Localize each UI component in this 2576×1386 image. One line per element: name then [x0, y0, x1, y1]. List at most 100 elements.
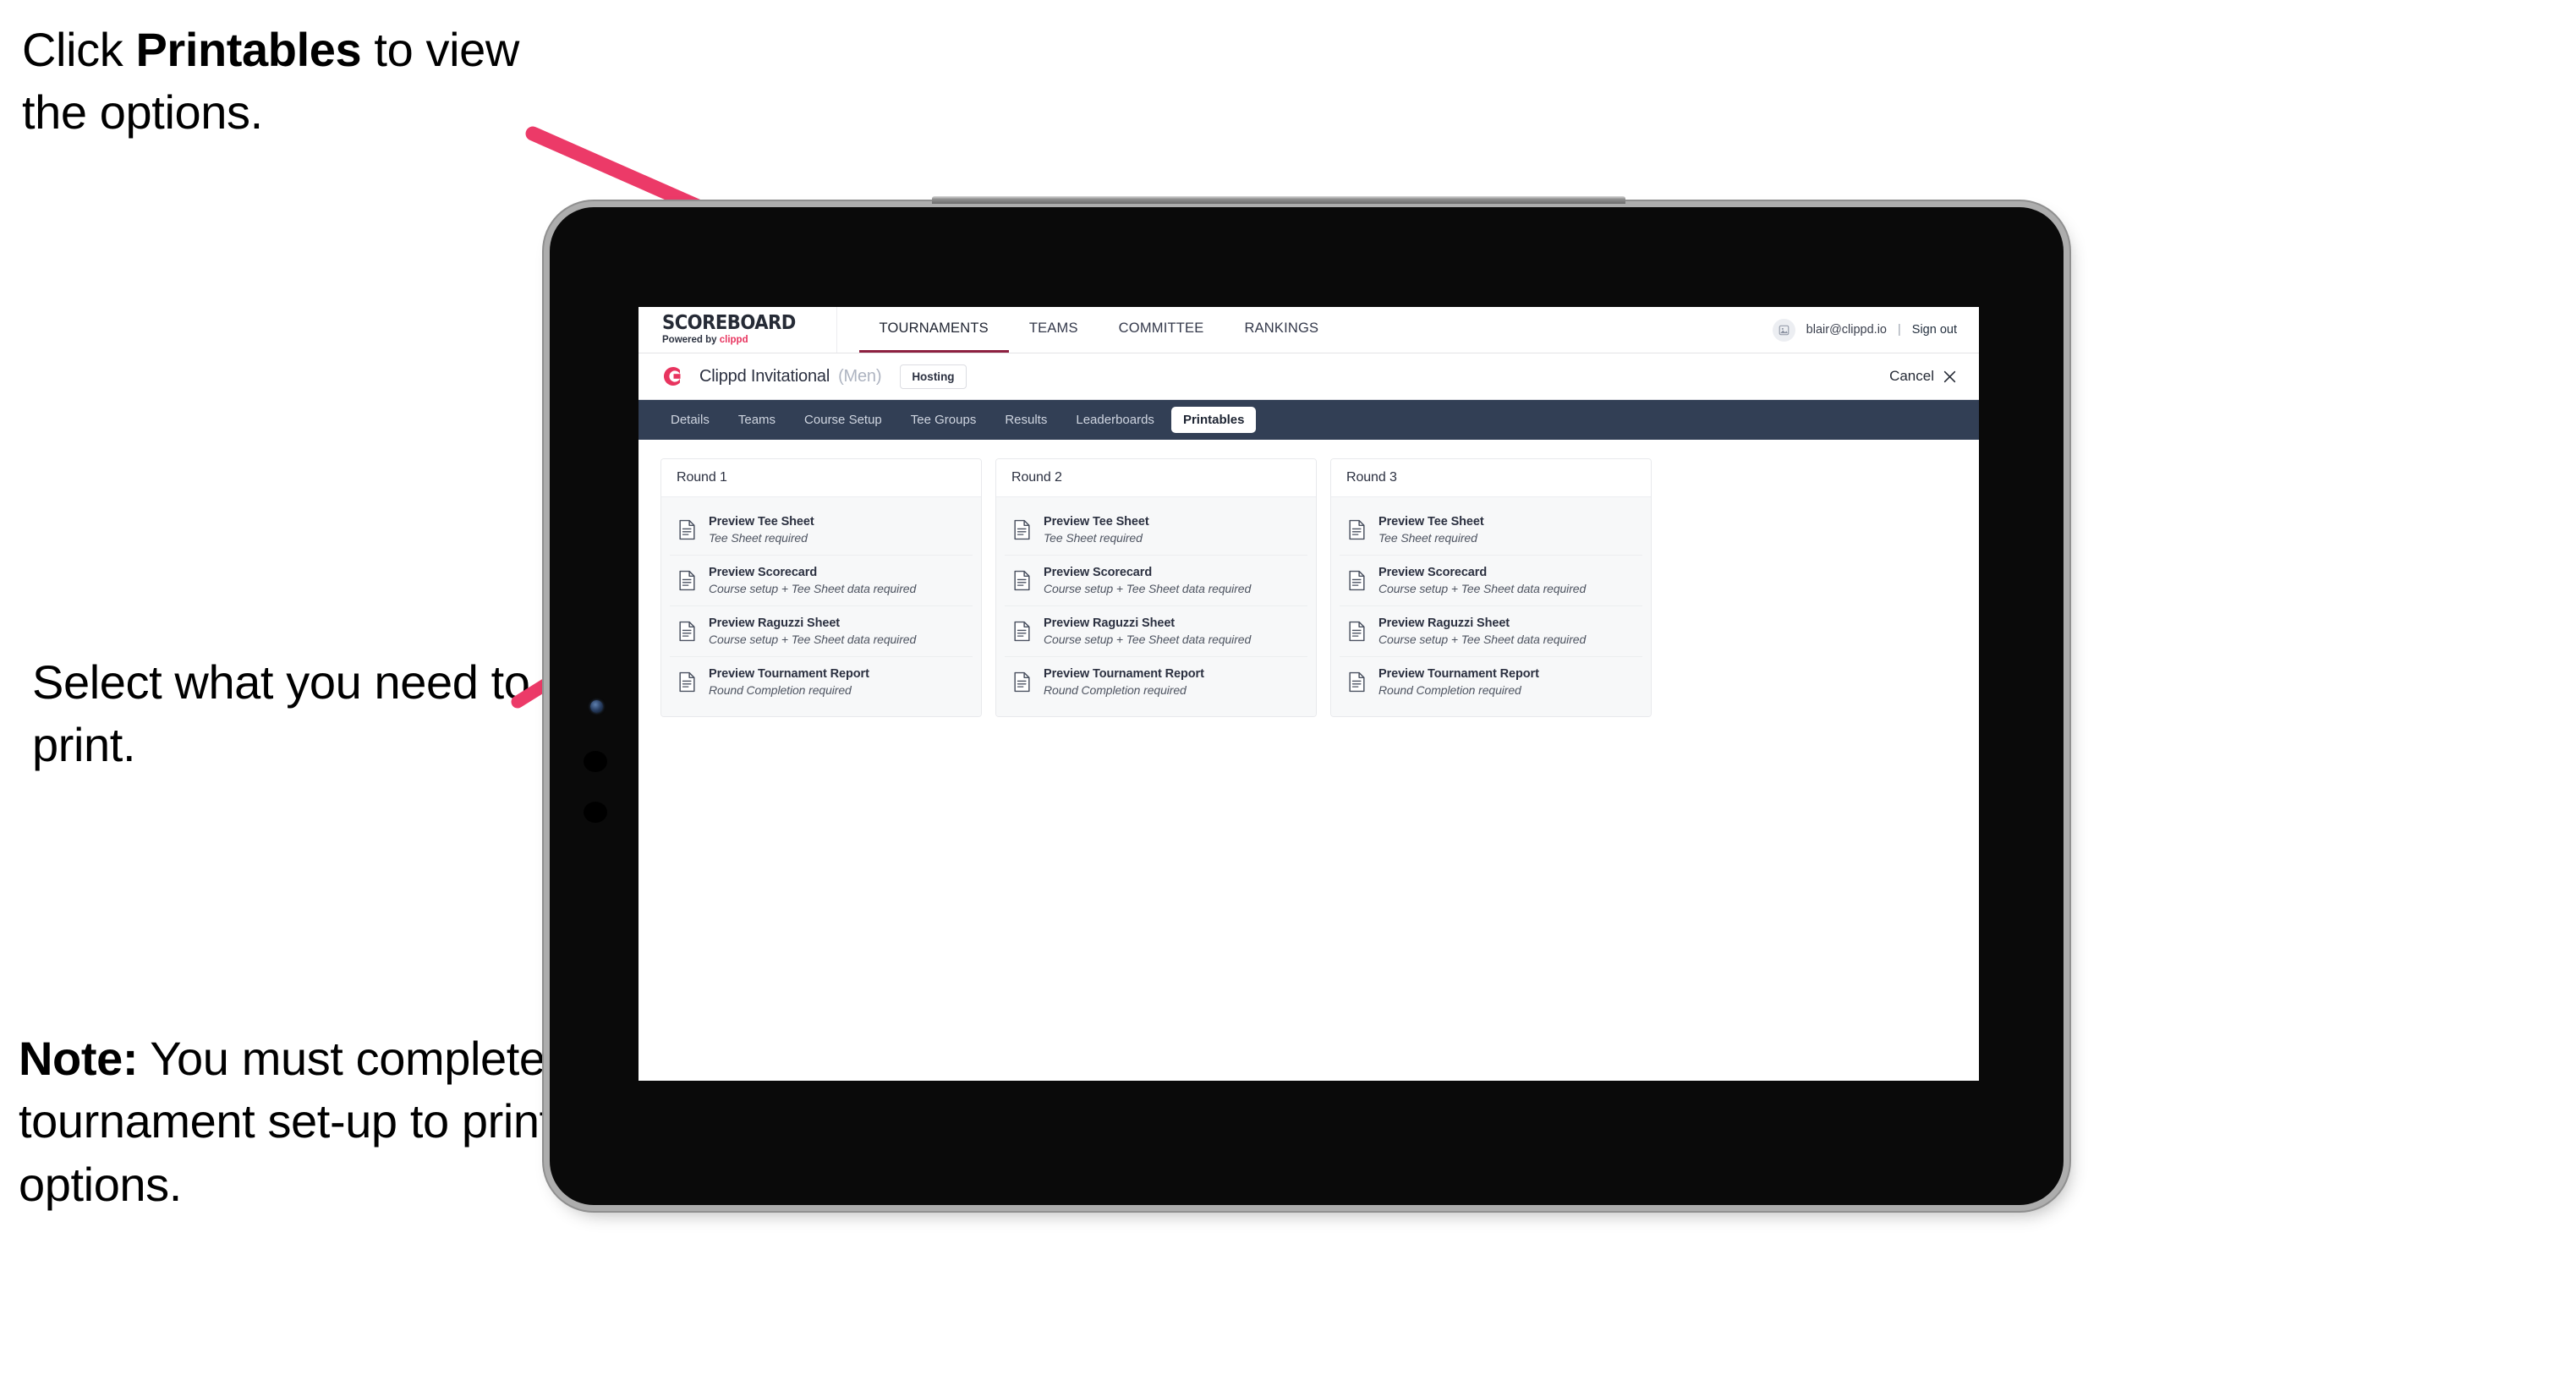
round-column-2: Round 2 Preview Tee Sheet Tee Sheet requ…	[995, 458, 1317, 717]
printable-requirement: Round Completion required	[1044, 683, 1187, 697]
annotation-1-bold: Printables	[135, 23, 362, 76]
printable-row-tournament-report[interactable]: Preview Tournament Report Round Completi…	[1340, 657, 1642, 707]
printable-row-scorecard[interactable]: Preview Scorecard Course setup + Tee She…	[670, 556, 973, 606]
brand-logo[interactable]: SCOREBOARD Powered by clippd	[662, 307, 837, 353]
app-viewport: SCOREBOARD Powered by clippd TOURNAMENTS…	[639, 307, 1979, 1081]
tab-details[interactable]: Details	[659, 407, 721, 433]
printable-row-tournament-report[interactable]: Preview Tournament Report Round Completi…	[1005, 657, 1307, 707]
printable-text: Preview Tournament Report Round Completi…	[709, 667, 869, 697]
tournament-sub-navigation: Details Teams Course Setup Tee Groups Re…	[639, 400, 1979, 440]
printable-title: Preview Raguzzi Sheet	[1044, 616, 1176, 630]
round-2-body: Preview Tee Sheet Tee Sheet required Pre…	[996, 497, 1316, 716]
tab-printables[interactable]: Printables	[1170, 407, 1257, 433]
printable-row-scorecard[interactable]: Preview Scorecard Course setup + Tee She…	[1005, 556, 1307, 606]
status-badge: Hosting	[900, 364, 967, 389]
printable-title: Preview Tournament Report	[1044, 667, 1204, 681]
annotation-click-printables: Click Printables to view the options.	[22, 19, 563, 145]
printable-requirement: Course setup + Tee Sheet data required	[1044, 633, 1252, 646]
tablet-top-edge	[932, 196, 1625, 204]
printable-title: Preview Scorecard	[1044, 566, 1153, 579]
main-navigation: TOURNAMENTS TEAMS COMMITTEE RANKINGS	[858, 307, 1340, 353]
printable-text: Preview Scorecard Course setup + Tee She…	[1044, 566, 1251, 595]
round-2-header: Round 2	[996, 459, 1316, 497]
document-icon	[679, 519, 695, 540]
printable-text: Preview Tee Sheet Tee Sheet required	[1044, 515, 1149, 545]
document-icon	[679, 570, 695, 591]
camera-icon	[590, 700, 603, 713]
printable-requirement: Tee Sheet required	[709, 531, 808, 545]
annotation-1-prefix: Click	[22, 23, 136, 76]
tab-tee-groups[interactable]: Tee Groups	[899, 407, 989, 433]
printable-row-raguzzi-sheet[interactable]: Preview Raguzzi Sheet Course setup + Tee…	[1340, 606, 1642, 657]
tournament-gender: (Men)	[838, 366, 882, 386]
printable-row-raguzzi-sheet[interactable]: Preview Raguzzi Sheet Course setup + Tee…	[670, 606, 973, 657]
clippd-c-logo-icon	[663, 367, 681, 386]
annotation-2-text: Select what you need to print.	[32, 655, 530, 772]
printable-text: Preview Scorecard Course setup + Tee She…	[709, 566, 916, 595]
main-nav-committee[interactable]: COMMITTEE	[1099, 307, 1225, 353]
annotation-select-what-to-print: Select what you need to print.	[32, 651, 556, 777]
printable-title: Preview Scorecard	[709, 566, 818, 579]
tutorial-screenshot: Click Printables to view the options. Se…	[0, 0, 2576, 1386]
printable-requirement: Course setup + Tee Sheet data required	[1378, 633, 1587, 646]
round-column-3: Round 3 Preview Tee Sheet Tee Sheet requ…	[1330, 458, 1652, 717]
printable-requirement: Round Completion required	[1378, 683, 1521, 697]
printable-requirement: Course setup + Tee Sheet data required	[1044, 582, 1252, 595]
brand-tagline-accent: clippd	[719, 335, 748, 346]
user-email: blair@clippd.io	[1806, 323, 1887, 337]
printable-title: Preview Tee Sheet	[1378, 515, 1484, 529]
sign-out-link[interactable]: Sign out	[1912, 323, 1957, 337]
round-1-body: Preview Tee Sheet Tee Sheet required Pre…	[661, 497, 981, 716]
cancel-button-label: Cancel	[1889, 368, 1934, 384]
main-nav-teams[interactable]: TEAMS	[1009, 307, 1099, 353]
document-icon	[1349, 519, 1365, 540]
printable-requirement: Course setup + Tee Sheet data required	[1378, 582, 1587, 595]
main-nav-tournaments[interactable]: TOURNAMENTS	[858, 307, 1009, 353]
printable-requirement: Round Completion required	[709, 683, 852, 697]
user-separator: |	[1898, 323, 1901, 337]
document-icon	[1014, 621, 1030, 642]
printable-row-tournament-report[interactable]: Preview Tournament Report Round Completi…	[670, 657, 973, 707]
power-button[interactable]	[584, 802, 607, 823]
main-nav-rankings[interactable]: RANKINGS	[1224, 307, 1339, 353]
brand-title: SCOREBOARD	[662, 312, 796, 335]
cancel-button[interactable]: Cancel	[1889, 368, 1957, 385]
printable-title: Preview Tournament Report	[709, 667, 869, 681]
tournament-header: Clippd Invitational (Men) Hosting Cancel	[639, 353, 1979, 400]
tab-leaderboards[interactable]: Leaderboards	[1064, 407, 1166, 433]
document-icon	[1349, 570, 1365, 591]
printable-text: Preview Tee Sheet Tee Sheet required	[1378, 515, 1484, 545]
printable-text: Preview Raguzzi Sheet Course setup + Tee…	[709, 616, 916, 646]
volume-button[interactable]	[584, 751, 607, 772]
printables-content: Round 1 Preview Tee Sheet Tee Sheet requ…	[639, 440, 1979, 736]
brand-tagline: Powered by clippd	[662, 336, 808, 346]
printable-requirement: Tee Sheet required	[1044, 531, 1143, 545]
document-icon	[1349, 671, 1365, 693]
printable-title: Preview Scorecard	[1378, 566, 1488, 579]
printable-title: Preview Tee Sheet	[1044, 515, 1149, 529]
tab-course-setup[interactable]: Course Setup	[792, 407, 894, 433]
printable-row-scorecard[interactable]: Preview Scorecard Course setup + Tee She…	[1340, 556, 1642, 606]
printable-text: Preview Tee Sheet Tee Sheet required	[709, 515, 814, 545]
brand-tagline-prefix: Powered by	[662, 335, 720, 346]
tournament-name: Clippd Invitational	[699, 366, 830, 386]
user-avatar-icon	[1779, 325, 1789, 335]
annotation-3-bold: Note:	[19, 1032, 139, 1085]
printable-row-raguzzi-sheet[interactable]: Preview Raguzzi Sheet Course setup + Tee…	[1005, 606, 1307, 657]
printable-title: Preview Tournament Report	[1378, 667, 1539, 681]
tab-results[interactable]: Results	[993, 407, 1059, 433]
round-3-header: Round 3	[1331, 459, 1651, 497]
tab-teams[interactable]: Teams	[726, 407, 787, 433]
printable-row-tee-sheet[interactable]: Preview Tee Sheet Tee Sheet required	[670, 505, 973, 556]
printable-row-tee-sheet[interactable]: Preview Tee Sheet Tee Sheet required	[1005, 505, 1307, 556]
printable-title: Preview Tee Sheet	[709, 515, 814, 529]
round-3-body: Preview Tee Sheet Tee Sheet required Pre…	[1331, 497, 1651, 716]
document-icon	[1014, 519, 1030, 540]
printable-requirement: Course setup + Tee Sheet data required	[709, 582, 917, 595]
printable-row-tee-sheet[interactable]: Preview Tee Sheet Tee Sheet required	[1340, 505, 1642, 556]
avatar[interactable]	[1772, 318, 1795, 342]
round-1-header: Round 1	[661, 459, 981, 497]
printable-text: Preview Tournament Report Round Completi…	[1044, 667, 1204, 697]
printable-title: Preview Raguzzi Sheet	[1378, 616, 1510, 630]
printable-requirement: Tee Sheet required	[1378, 531, 1477, 545]
